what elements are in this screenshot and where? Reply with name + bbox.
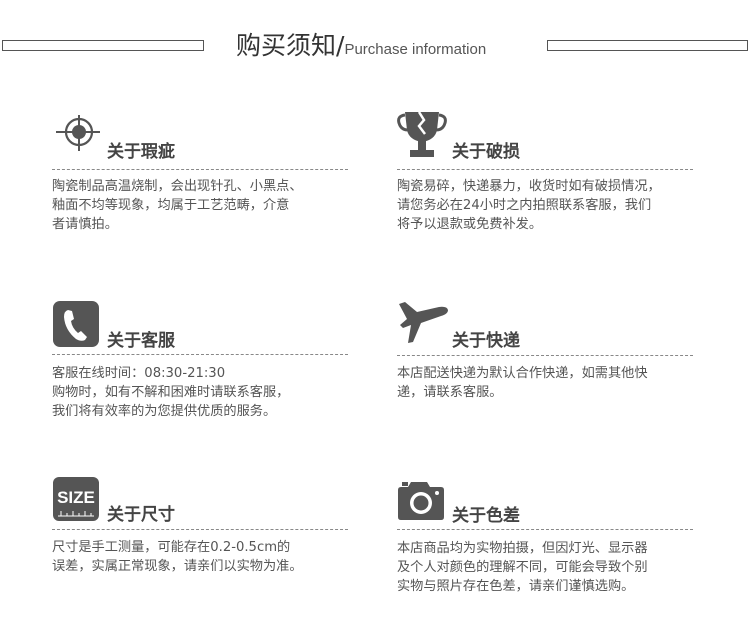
size-icon-label: SIZE: [57, 488, 95, 507]
header-right-bar: [547, 40, 748, 51]
section-title: 关于色差: [452, 506, 520, 526]
section-title: 关于尺寸: [107, 505, 175, 525]
section-defects: 关于瑕疵 陶瓷制品高温烧制，会出现针孔、小黑点、 釉面不均等现象，均属于工艺范畴…: [52, 115, 357, 245]
section-text: 本店配送快递为默认合作快递，如需其他快 递，请联系客服。: [397, 366, 648, 400]
section-size: SIZE 关于尺寸 尺寸是手工测量，可能存在0.2-0.5cm的 误差，实属正常…: [52, 476, 357, 606]
section-text: 尺寸是手工测量，可能存在0.2-0.5cm的 误差，实属正常现象，请亲们以实物为…: [52, 540, 303, 574]
section-text: 陶瓷制品高温烧制，会出现针孔、小黑点、 釉面不均等现象，均属于工艺范畴，介意 者…: [52, 179, 303, 232]
crosshair-icon: [52, 115, 102, 159]
section-title: 关于破损: [452, 142, 520, 162]
title-chinese: 购买须知: [236, 31, 337, 60]
section-divider: [52, 354, 348, 355]
camera-icon: [397, 478, 445, 526]
section-divider: [397, 169, 693, 170]
title-english: Purchase information: [344, 41, 487, 58]
section-divider: [52, 169, 348, 170]
section-text: 本店商品均为实物拍摄，但因灯光、显示器 及个人对颜色的理解不同，可能会导致个别 …: [397, 541, 648, 594]
section-color-difference: 关于色差 本店商品均为实物拍摄，但因灯光、显示器 及个人对颜色的理解不同，可能会…: [397, 478, 702, 608]
phone-icon: [52, 300, 100, 352]
broken-trophy-icon: [397, 108, 447, 164]
section-delivery: 关于快递 本店配送快递为默认合作快递，如需其他快 递，请联系客服。: [397, 294, 702, 414]
airplane-icon: [397, 294, 451, 348]
section-title: 关于快递: [452, 331, 520, 351]
section-text: 客服在线时间：08:30-21:30 购物时，如有不解和困难时请联系客服， 我们…: [52, 366, 290, 419]
section-customer-service: 关于客服 客服在线时间：08:30-21:30 购物时，如有不解和困难时请联系客…: [52, 300, 357, 430]
section-title: 关于瑕疵: [107, 142, 175, 162]
section-title: 关于客服: [107, 331, 175, 351]
page-title: 购买须知/Purchase information: [236, 26, 536, 62]
section-text: 陶瓷易碎，快递暴力，收货时如有破损情况， 请您务必在24小时之内拍照联系客服，我…: [397, 179, 661, 232]
section-divider: [397, 355, 693, 356]
size-ruler-icon: SIZE: [52, 476, 100, 526]
section-divider: [52, 529, 348, 530]
section-divider: [397, 529, 693, 530]
section-damage: 关于破损 陶瓷易碎，快递暴力，收货时如有破损情况， 请您务必在24小时之内拍照联…: [397, 108, 702, 243]
header-left-bar: [2, 40, 204, 51]
